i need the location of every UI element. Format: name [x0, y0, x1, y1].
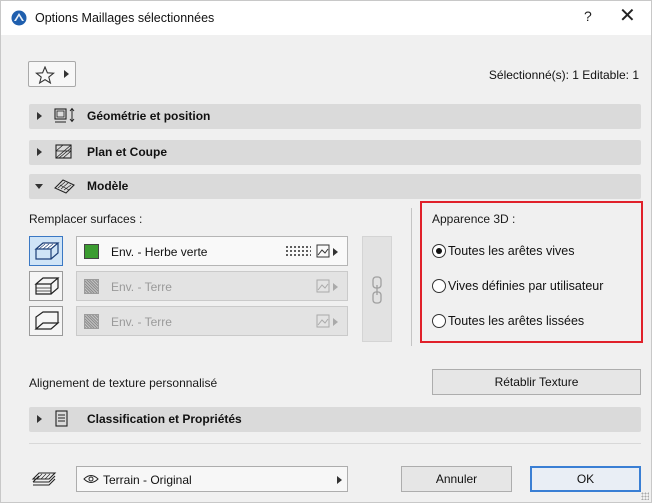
top-material-field[interactable]: Env. - Herbe verte: [76, 236, 348, 266]
section-plan-label: Plan et Coupe: [87, 145, 168, 159]
expand-arrow-icon: [37, 415, 42, 423]
bottom-surface-button[interactable]: [29, 306, 63, 336]
texture-alignment-label: Alignement de texture personnalisé: [29, 376, 218, 390]
appearance-title: Apparence 3D :: [432, 212, 516, 226]
side-surface-icon: [34, 277, 60, 295]
texture-image-icon: [316, 279, 330, 293]
section-plan[interactable]: Plan et Coupe: [29, 140, 641, 165]
section-geometry[interactable]: Géométrie et position: [29, 104, 641, 129]
plan-section-icon: [55, 144, 72, 159]
expand-arrow-icon: [37, 112, 42, 120]
radio-button[interactable]: [432, 279, 446, 293]
help-button[interactable]: ?: [584, 8, 592, 24]
reset-texture-label: Rétablir Texture: [494, 375, 579, 389]
collapse-arrow-icon: [35, 184, 43, 189]
side-material-field: Env. - Terre: [76, 271, 348, 301]
title-bar: Options Maillages sélectionnées ? ✕: [1, 1, 651, 35]
bottom-surface-icon: [34, 311, 60, 330]
vertical-divider: [411, 208, 412, 346]
resize-grip-icon[interactable]: [641, 492, 649, 500]
link-surfaces-button[interactable]: [362, 236, 392, 342]
cancel-button[interactable]: Annuler: [401, 466, 512, 492]
bottom-material-label: Env. - Terre: [111, 315, 172, 329]
expand-arrow-icon: [37, 148, 42, 156]
model-icon: [54, 179, 75, 194]
radio-button[interactable]: [432, 314, 446, 328]
texture-image-icon: [316, 244, 330, 258]
section-model[interactable]: Modèle: [29, 174, 641, 199]
section-geometry-label: Géométrie et position: [87, 109, 211, 123]
section-classification-label: Classification et Propriétés: [87, 412, 242, 426]
archicad-logo-icon: [11, 10, 27, 26]
top-surface-button[interactable]: [29, 236, 63, 266]
chevron-right-icon: [333, 283, 338, 291]
geometry-icon: [54, 107, 75, 123]
chevron-right-icon: [333, 248, 338, 256]
eye-icon: [83, 475, 99, 483]
close-button[interactable]: ✕: [619, 4, 636, 28]
layers-icon: [31, 472, 57, 486]
section-model-label: Modèle: [87, 179, 129, 193]
top-material-label: Env. - Herbe verte: [111, 245, 208, 259]
cancel-label: Annuler: [435, 472, 478, 486]
radio-sharp-edges[interactable]: Toutes les arêtes vives: [432, 244, 574, 258]
material-color-swatch: [84, 244, 99, 259]
radio-sharp-edges-label: Toutes les arêtes vives: [448, 244, 575, 258]
chain-link-icon: [372, 276, 382, 304]
texture-pattern-icon: [285, 245, 311, 258]
radio-user-defined-label: Vives définies par utilisateur: [448, 279, 604, 293]
radio-button[interactable]: [432, 244, 446, 258]
layer-name: Terrain - Original: [103, 473, 192, 487]
material-color-swatch: [84, 314, 99, 329]
chevron-right-icon: [333, 318, 338, 326]
texture-image-icon: [316, 314, 330, 328]
radio-smooth-edges[interactable]: Toutes les arêtes lissées: [432, 314, 584, 328]
mesh-options-dialog: Options Maillages sélectionnées ? ✕ Séle…: [0, 0, 652, 503]
selection-info: Sélectionné(s): 1 Editable: 1: [488, 68, 639, 82]
side-material-label: Env. - Terre: [111, 280, 172, 294]
ok-label: OK: [576, 472, 595, 486]
chevron-right-icon: [337, 476, 342, 484]
radio-smooth-edges-label: Toutes les arêtes lissées: [448, 314, 585, 328]
document-icon: [55, 410, 68, 427]
chevron-right-icon: [64, 70, 69, 78]
material-color-swatch: [84, 279, 99, 294]
layer-dropdown[interactable]: Terrain - Original: [76, 466, 348, 492]
top-surface-icon: [34, 242, 60, 260]
ok-button[interactable]: OK: [530, 466, 641, 492]
footer-separator: [29, 443, 641, 444]
override-surfaces-label: Remplacer surfaces :: [29, 212, 143, 226]
star-icon: [35, 66, 55, 84]
radio-user-defined[interactable]: Vives définies par utilisateur: [432, 279, 603, 293]
favorites-button[interactable]: [28, 61, 76, 87]
reset-texture-button[interactable]: Rétablir Texture: [432, 369, 641, 395]
side-surface-button[interactable]: [29, 271, 63, 301]
bottom-material-field: Env. - Terre: [76, 306, 348, 336]
window-title: Options Maillages sélectionnées: [35, 11, 215, 25]
section-classification[interactable]: Classification et Propriétés: [29, 407, 641, 432]
